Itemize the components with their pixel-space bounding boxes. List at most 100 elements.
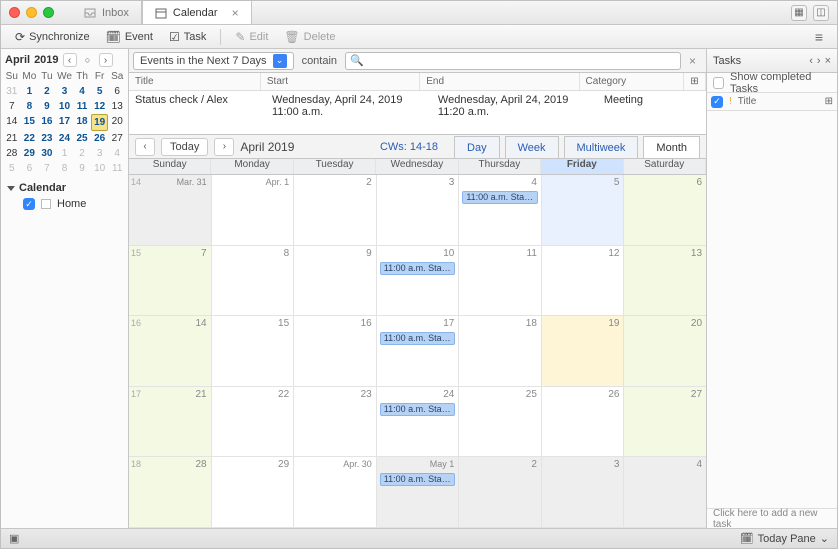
prev-month-button[interactable]: ‹ [63,53,77,67]
day-cell[interactable]: Apr. 30 [294,457,377,527]
col-title[interactable]: Title [129,73,261,90]
today-button[interactable]: Today [161,138,208,156]
toolbar-panel-icon[interactable]: ◫ [813,5,829,21]
day-cell[interactable]: 2411:00 a.m. Status ... [377,387,460,457]
mini-day[interactable]: 2 [73,146,91,161]
day-cell[interactable]: 2 [459,457,542,527]
mini-day[interactable]: 22 [21,131,39,146]
window-minimize[interactable] [26,7,37,18]
calendar-item-home[interactable]: ✓ Home [7,194,122,214]
col-options-icon[interactable]: ⊞ [684,73,706,90]
mini-day[interactable]: 20 [108,114,126,131]
mini-day[interactable]: 12 [91,99,109,114]
mini-day[interactable]: 17 [56,114,74,131]
calendar-event[interactable]: 11:00 a.m. Status ... [462,191,538,204]
mini-day[interactable]: 1 [21,84,39,99]
day-cell[interactable]: 25 [459,387,542,457]
mini-day[interactable]: 1 [56,146,74,161]
mini-day[interactable]: 6 [108,84,126,99]
day-cell[interactable]: 6 [624,175,706,245]
day-cell[interactable]: 8 [212,246,295,316]
day-cell[interactable]: 29 [212,457,295,527]
tab-inbox[interactable]: Inbox [72,1,142,24]
day-cell[interactable]: 13 [624,246,706,316]
prev-period-button[interactable]: ‹ [135,138,155,156]
mini-day[interactable]: 5 [3,161,21,176]
calendar-event[interactable]: 11:00 a.m. Status ... [380,403,456,416]
clear-search-icon[interactable]: × [683,54,702,68]
checkbox-off-icon[interactable]: ✓ [713,77,724,89]
mini-day[interactable]: 4 [108,146,126,161]
new-event-button[interactable]: 🗓Event [100,28,159,46]
day-cell[interactable]: 715 [129,246,212,316]
mini-day[interactable]: 11 [108,161,126,176]
calendar-event[interactable]: 11:00 a.m. Status ... [380,473,456,486]
mini-calendar[interactable]: SuMoTuWeThFrSa31123456789101112131415161… [1,69,128,176]
mini-day[interactable]: 3 [91,146,109,161]
mini-day[interactable]: 7 [3,99,21,114]
today-pane-toggle[interactable]: 🗓 Today Pane ⌄ [740,532,829,545]
mini-day[interactable]: 4 [73,84,91,99]
task-filter-check-icon[interactable]: ✓ [711,96,723,108]
mini-day[interactable]: 28 [3,146,21,161]
next-month-button[interactable]: › [99,53,113,67]
day-cell[interactable]: 19 [542,316,625,386]
day-cell[interactable]: 411:00 a.m. Status ... [459,175,542,245]
day-cell[interactable]: May 111:00 a.m. Status ... [377,457,460,527]
toolbar-layout-icon[interactable]: ▦ [791,5,807,21]
col-end[interactable]: End [420,73,579,90]
day-cell[interactable]: 3 [542,457,625,527]
mini-day[interactable]: 5 [91,84,109,99]
mini-day[interactable]: 6 [21,161,39,176]
viewtab-month[interactable]: Month [643,136,700,158]
day-cell[interactable]: Apr. 1 [212,175,295,245]
day-cell[interactable]: Mar. 3114 [129,175,212,245]
mini-day[interactable]: 18 [73,114,91,131]
today-dot-button[interactable]: ○ [81,53,95,67]
task-col-options-icon[interactable]: ⊞ [825,96,833,107]
mini-day[interactable]: 19 [91,114,109,131]
day-cell[interactable]: 22 [212,387,295,457]
col-start[interactable]: Start [261,73,420,90]
mini-day[interactable]: 26 [91,131,109,146]
day-cell[interactable]: 5 [542,175,625,245]
window-close[interactable] [9,7,20,18]
day-cell[interactable]: 23 [294,387,377,457]
tasks-prev-icon[interactable]: ‹ [809,55,813,67]
mini-day[interactable]: 10 [91,161,109,176]
tab-calendar[interactable]: Calendar × [142,1,252,24]
day-cell[interactable]: 11 [459,246,542,316]
mini-day[interactable]: 14 [3,114,21,131]
day-cell[interactable]: 20 [624,316,706,386]
tasks-next-icon[interactable]: › [817,55,821,67]
tasks-close-icon[interactable]: × [825,55,831,67]
mini-day[interactable]: 2 [38,84,56,99]
viewtab-day[interactable]: Day [454,136,500,158]
day-cell[interactable]: 1711:00 a.m. Status ... [377,316,460,386]
day-cell[interactable]: 2 [294,175,377,245]
col-category[interactable]: Category [580,73,684,90]
tab-close-icon[interactable]: × [232,6,239,20]
mini-day[interactable]: 9 [38,99,56,114]
calendar-event[interactable]: 11:00 a.m. Status ... [380,262,456,275]
next-period-button[interactable]: › [214,138,234,156]
mini-day[interactable]: 29 [21,146,39,161]
mini-day[interactable]: 3 [56,84,74,99]
synchronize-button[interactable]: ⟳Synchronize [9,28,96,46]
day-cell[interactable]: 16 [294,316,377,386]
checkbox-on-icon[interactable]: ✓ [23,198,35,210]
task-col-title[interactable]: Title [738,96,819,107]
chevron-down-icon[interactable] [7,186,15,191]
mini-day[interactable]: 25 [73,131,91,146]
delete-button[interactable]: 🗑Delete [278,28,341,46]
day-cell[interactable]: 2818 [129,457,212,527]
add-task-input[interactable]: Click here to add a new task [707,508,837,528]
calendar-event[interactable]: 11:00 a.m. Status ... [380,332,456,345]
viewtab-multiweek[interactable]: Multiweek [564,136,639,158]
day-cell[interactable]: 12 [542,246,625,316]
day-cell[interactable]: 1011:00 a.m. Status ... [377,246,460,316]
day-cell[interactable]: 2117 [129,387,212,457]
mini-day[interactable]: 9 [73,161,91,176]
mini-day[interactable]: 16 [38,114,56,131]
day-cell[interactable]: 9 [294,246,377,316]
